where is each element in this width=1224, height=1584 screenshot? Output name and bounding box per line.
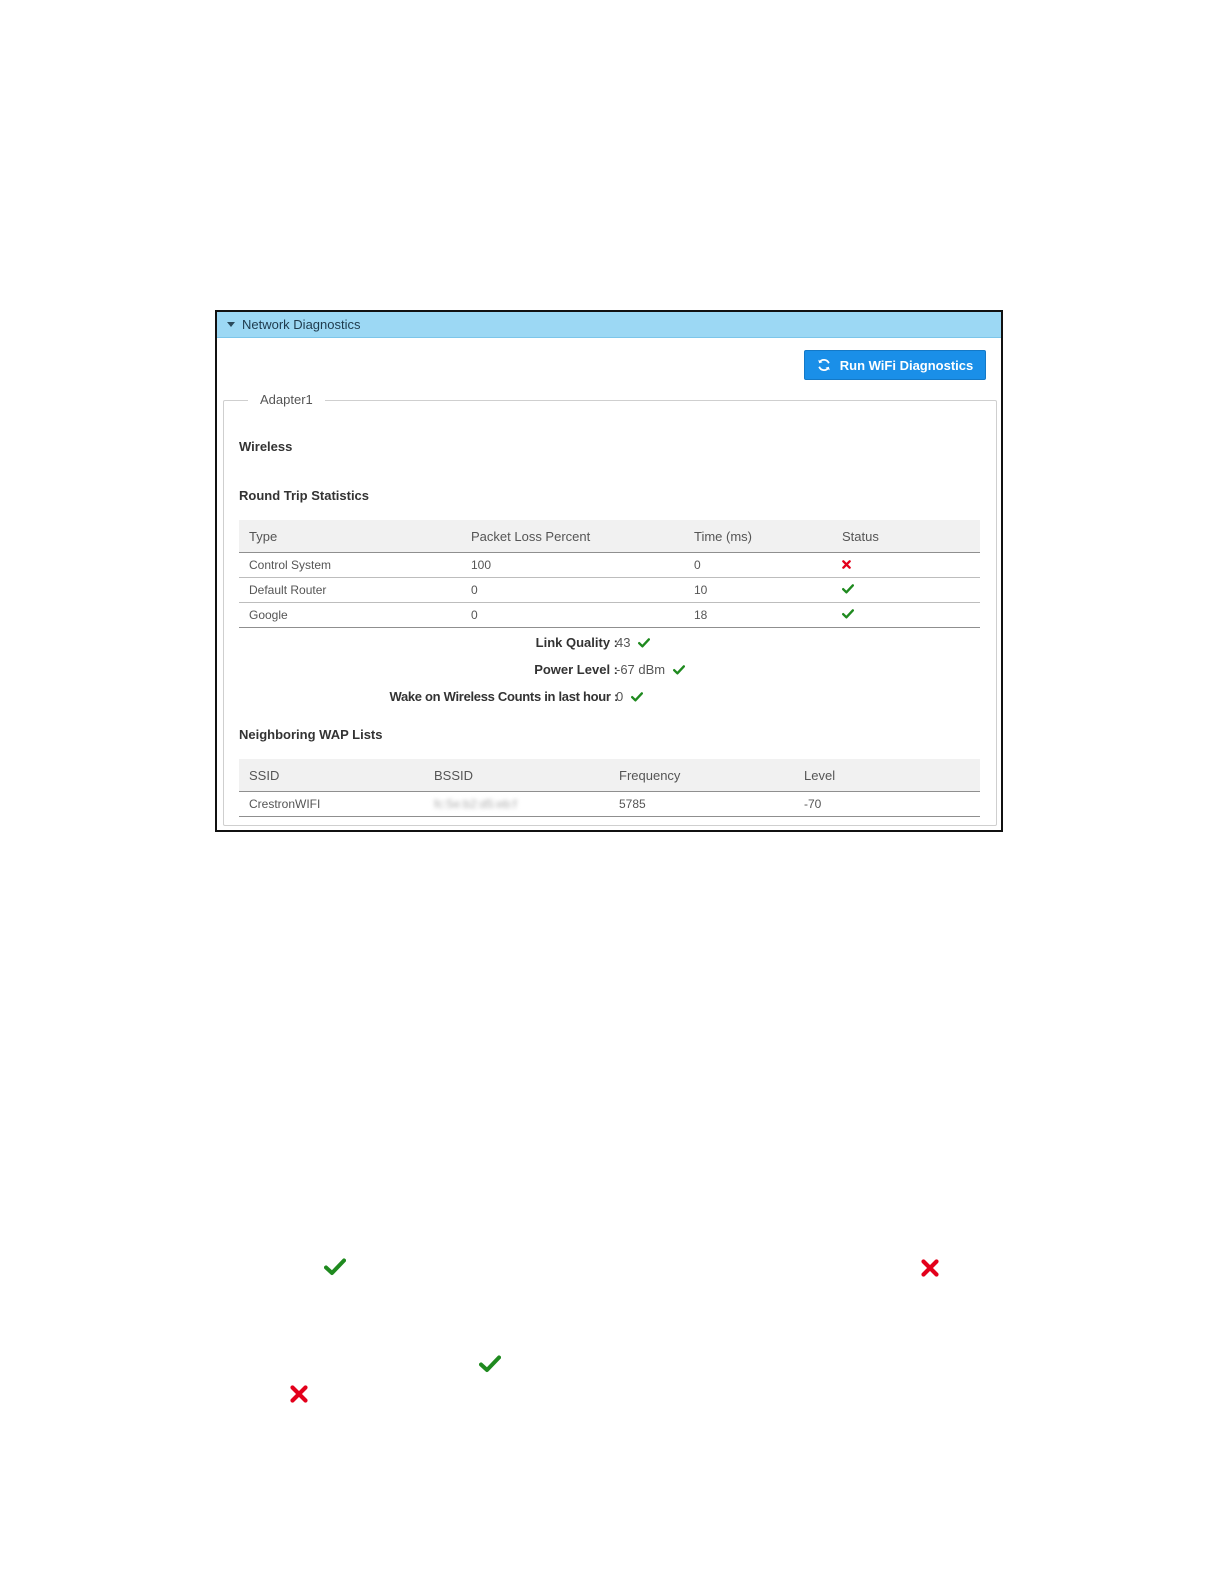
column-header-type: Type [239, 520, 461, 553]
panel-title: Network Diagnostics [242, 317, 361, 332]
power-level-row: Power Level : [316, 662, 618, 680]
ok-check-icon [638, 637, 651, 647]
network-diagnostics-panel: Network Diagnostics Run WiFi Diagnostics… [215, 310, 1003, 832]
wake-counts-row: Wake on Wireless Counts in last hour : [316, 689, 618, 707]
status-cell [832, 602, 980, 628]
packet-loss-cell: 100 [461, 552, 684, 578]
table-row: CrestronWIFI fc:5e:b2:d5:eb:f 5785 -70 [239, 791, 980, 817]
level-cell: -70 [794, 791, 980, 817]
wake-counts-value: 0 [616, 689, 624, 704]
ok-check-icon [631, 691, 644, 701]
column-header-status: Status [832, 520, 980, 553]
table-header-row: SSID BSSID Frequency Level [239, 759, 980, 792]
time-cell: 0 [684, 552, 832, 578]
power-level-label: Power Level : [534, 662, 618, 677]
column-header-level: Level [794, 759, 980, 792]
refresh-icon [818, 359, 830, 371]
type-cell: Google [239, 602, 461, 628]
type-cell: Default Router [239, 577, 461, 603]
run-button-label: Run WiFi Diagnostics [839, 357, 974, 373]
column-header-frequency: Frequency [609, 759, 794, 792]
adapter-fieldset: Adapter1 Wireless Round Trip Statistics … [223, 392, 997, 826]
fail-x-icon [842, 560, 851, 569]
adapter-legend: Adapter1 [248, 392, 325, 407]
column-header-bssid: BSSID [424, 759, 609, 792]
ok-check-icon [842, 609, 854, 619]
ok-check-icon [479, 1355, 501, 1372]
ok-check-icon [842, 584, 854, 594]
table-header-row: Type Packet Loss Percent Time (ms) Statu… [239, 520, 980, 553]
link-quality-row: Link Quality : [316, 635, 618, 653]
table-row: Google 0 18 [239, 602, 980, 628]
fail-x-icon [921, 1259, 939, 1277]
time-cell: 18 [684, 602, 832, 628]
wap-heading: Neighboring WAP Lists [239, 727, 383, 742]
time-cell: 10 [684, 577, 832, 603]
packet-loss-cell: 0 [461, 577, 684, 603]
bssid-value-blurred: fc:5e:b2:d5:eb:f [434, 797, 517, 811]
status-cell [832, 577, 980, 603]
type-cell: Control System [239, 552, 461, 578]
round-trip-heading: Round Trip Statistics [239, 488, 370, 503]
power-level-value-wrap: -67 dBm [616, 662, 686, 677]
packet-loss-cell: 0 [461, 602, 684, 628]
link-quality-label: Link Quality : [535, 635, 618, 650]
fail-x-icon [290, 1385, 308, 1403]
column-header-time: Time (ms) [684, 520, 832, 553]
wake-counts-label: Wake on Wireless Counts in last hour : [389, 689, 618, 704]
run-wifi-diagnostics-button[interactable]: Run WiFi Diagnostics [804, 350, 986, 380]
round-trip-table: Type Packet Loss Percent Time (ms) Statu… [239, 520, 980, 628]
link-quality-value: 43 [616, 635, 631, 650]
panel-header-toggle[interactable]: Network Diagnostics [217, 312, 1001, 338]
table-row: Control System 100 0 [239, 552, 980, 578]
column-header-packet-loss: Packet Loss Percent [461, 520, 684, 553]
wake-counts-value-wrap: 0 [616, 689, 644, 704]
wap-table: SSID BSSID Frequency Level CrestronWIFI … [239, 759, 980, 817]
ok-check-icon [324, 1258, 346, 1275]
status-cell [832, 552, 980, 578]
ssid-cell: CrestronWIFI [239, 791, 424, 817]
bssid-cell: fc:5e:b2:d5:eb:f [424, 791, 609, 817]
wireless-heading: Wireless [239, 439, 293, 454]
caret-down-icon [227, 322, 235, 327]
link-quality-value-wrap: 43 [616, 635, 651, 650]
table-row: Default Router 0 10 [239, 577, 980, 603]
ok-check-icon [673, 664, 686, 674]
column-header-ssid: SSID [239, 759, 424, 792]
frequency-cell: 5785 [609, 791, 794, 817]
power-level-value: -67 dBm [616, 662, 666, 677]
